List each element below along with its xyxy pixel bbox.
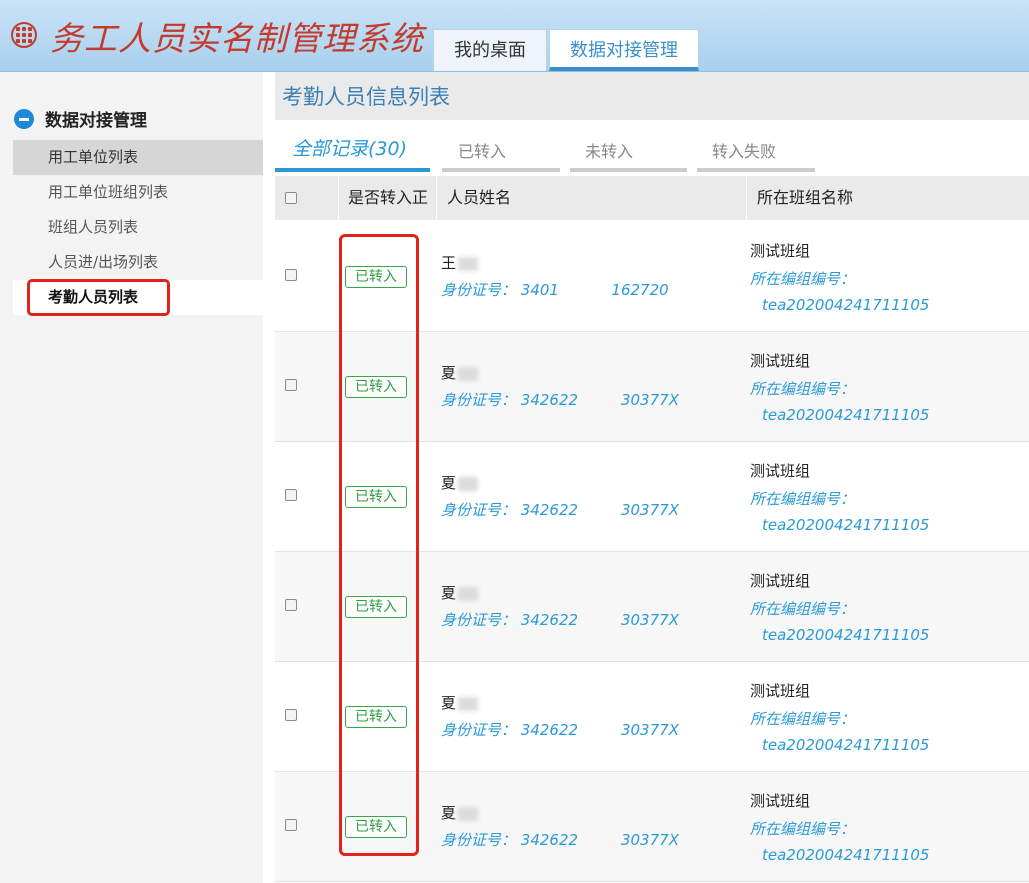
tab-my-desktop[interactable]: 我的桌面: [433, 29, 547, 71]
annotation-highlight-box: [339, 234, 419, 856]
id-number: 身份证号： 3401 162720: [441, 281, 669, 299]
id-number: 身份证号： 342622 30377X: [441, 831, 679, 849]
team-name: 测试班组: [750, 352, 811, 370]
row-checkbox[interactable]: [285, 379, 297, 391]
person-name[interactable]: 夏: [441, 692, 479, 713]
team-code: 所在编组编号：tea202004241711105: [750, 380, 930, 424]
id-number: 身份证号： 342622 30377X: [441, 611, 679, 629]
sidebar-section-title: 数据对接管理: [45, 111, 147, 131]
person-name[interactable]: 夏: [441, 582, 479, 603]
sidebar: 数据对接管理 用工单位列表 用工单位班组列表 班组人员列表 人员进/出场列表 考…: [0, 72, 263, 883]
app-header: 务工人员实名制管理系统 我的桌面 数据对接管理: [0, 0, 1029, 72]
tab-not-transferred[interactable]: 未转入: [570, 130, 687, 172]
column-header-status[interactable]: 是否转入正: [348, 176, 434, 220]
annotation-highlight-box: [27, 279, 170, 316]
sidebar-section-header[interactable]: 数据对接管理: [14, 106, 147, 131]
id-number: 身份证号： 342622 30377X: [441, 501, 679, 519]
top-nav: 我的桌面 数据对接管理: [433, 29, 701, 71]
id-number: 身份证号： 342622 30377X: [441, 391, 679, 409]
column-header-team[interactable]: 所在班组名称: [757, 176, 853, 220]
tab-transfer-failed[interactable]: 转入失败: [697, 130, 815, 172]
id-number: 身份证号： 342622 30377X: [441, 721, 679, 739]
team-name: 测试班组: [750, 242, 811, 260]
team-code: 所在编组编号：tea202004241711105: [750, 820, 930, 864]
grid-menu-icon[interactable]: [11, 22, 37, 48]
team-name: 测试班组: [750, 682, 811, 700]
page-title: 考勤人员信息列表: [275, 72, 1029, 120]
column-divider: [338, 176, 339, 220]
person-name[interactable]: 王: [441, 252, 479, 273]
team-name: 测试班组: [750, 572, 811, 590]
sidebar-item-employer-list[interactable]: 用工单位列表: [13, 140, 263, 175]
table-header: 是否转入正 人员姓名 所在班组名称: [275, 176, 1029, 220]
team-code: 所在编组编号：tea202004241711105: [750, 710, 930, 754]
team-code: 所在编组编号：tea202004241711105: [750, 600, 930, 644]
column-divider: [436, 176, 437, 220]
app-title: 务工人员实名制管理系统: [50, 19, 424, 58]
select-all-checkbox[interactable]: [285, 192, 297, 204]
team-name: 测试班组: [750, 462, 811, 480]
team-code: 所在编组编号：tea202004241711105: [750, 490, 930, 534]
filter-tabs: 全部记录(30) 已转入 未转入 转入失败: [275, 130, 1029, 172]
row-checkbox[interactable]: [285, 489, 297, 501]
tab-transferred[interactable]: 已转入: [442, 130, 560, 172]
row-checkbox[interactable]: [285, 599, 297, 611]
tab-data-integration[interactable]: 数据对接管理: [549, 29, 699, 71]
team-name: 测试班组: [750, 792, 811, 810]
sidebar-item-entry-exit-list[interactable]: 人员进/出场列表: [13, 245, 263, 280]
team-code: 所在编组编号：tea202004241711105: [750, 270, 930, 314]
row-checkbox[interactable]: [285, 709, 297, 721]
column-divider: [746, 176, 747, 220]
sidebar-item-team-member-list[interactable]: 班组人员列表: [13, 210, 263, 245]
tab-all-records[interactable]: 全部记录(30): [275, 130, 430, 172]
person-name[interactable]: 夏: [441, 472, 479, 493]
sidebar-item-employer-team-list[interactable]: 用工单位班组列表: [13, 175, 263, 210]
person-name[interactable]: 夏: [441, 802, 479, 823]
minus-circle-icon[interactable]: [14, 108, 34, 129]
row-checkbox[interactable]: [285, 269, 297, 281]
column-header-name[interactable]: 人员姓名: [447, 176, 511, 220]
row-checkbox[interactable]: [285, 819, 297, 831]
person-name[interactable]: 夏: [441, 362, 479, 383]
